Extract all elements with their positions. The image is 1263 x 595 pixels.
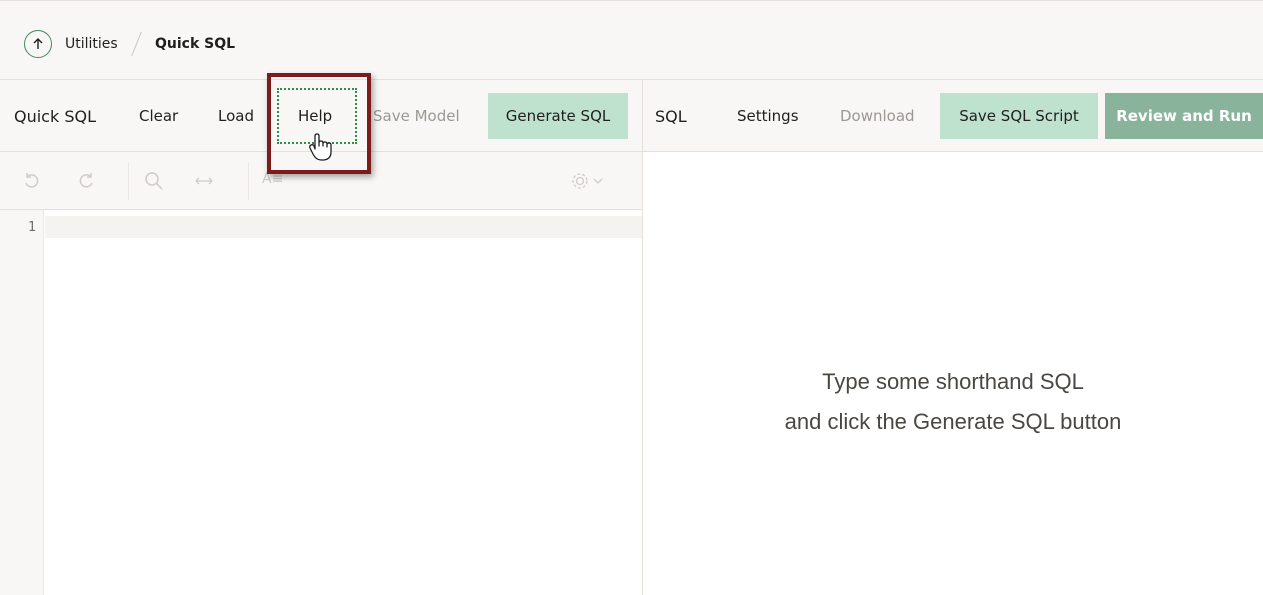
breadcrumb: Utilities Quick SQL xyxy=(0,0,1263,80)
gear-chevron-icon[interactable] xyxy=(570,169,606,193)
line-number-gutter xyxy=(0,210,44,595)
sql-title: SQL xyxy=(655,106,687,126)
save-model-button[interactable]: Save Model xyxy=(373,80,460,152)
navigate-up-button[interactable] xyxy=(24,30,52,58)
generate-sql-button[interactable]: Generate SQL xyxy=(488,93,628,139)
load-button[interactable]: Load xyxy=(218,80,254,152)
save-sql-script-button[interactable]: Save SQL Script xyxy=(940,93,1098,139)
search-icon[interactable] xyxy=(142,169,166,193)
editor-toolbar-separator xyxy=(128,162,129,200)
line-number: 1 xyxy=(28,220,36,235)
redo-icon[interactable] xyxy=(74,169,98,193)
arrow-up-icon xyxy=(33,38,43,49)
output-message-line-1: Type some shorthand SQL xyxy=(822,369,1084,394)
main-toolbar: Quick SQL Clear Load Help Save Model Gen… xyxy=(0,80,1263,152)
quick-sql-title: Quick SQL xyxy=(14,106,96,126)
clear-button[interactable]: Clear xyxy=(139,80,178,152)
breadcrumb-utilities-link[interactable]: Utilities xyxy=(65,36,118,52)
undo-icon[interactable] xyxy=(20,169,44,193)
output-message-line-2: and click the Generate SQL button xyxy=(784,409,1122,434)
breadcrumb-separator xyxy=(131,31,142,57)
review-and-run-button[interactable]: Review and Run xyxy=(1105,93,1263,139)
settings-button[interactable]: Settings xyxy=(737,80,799,152)
editor-toolbar-separator xyxy=(248,162,249,200)
replace-arrows-icon[interactable] xyxy=(192,169,216,193)
hand-pointer-icon xyxy=(309,133,332,161)
code-editor-input[interactable] xyxy=(45,216,642,238)
download-button[interactable]: Download xyxy=(840,80,915,152)
breadcrumb-current: Quick SQL xyxy=(155,36,236,52)
pane-divider xyxy=(642,80,643,595)
output-placeholder-message: Type some shorthand SQL and click the Ge… xyxy=(643,362,1263,442)
